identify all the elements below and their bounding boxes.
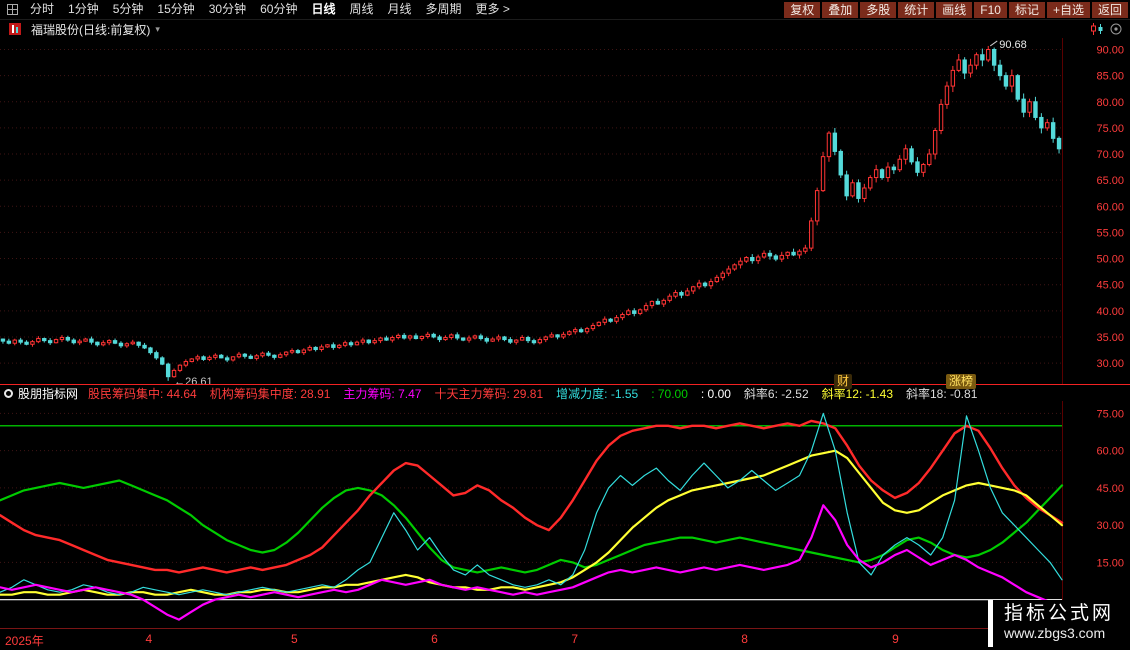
svg-text:80.00: 80.00: [1096, 97, 1124, 109]
indicator-value-2: 主力筹码: 7.47: [343, 387, 421, 401]
period-tab-8[interactable]: 周线: [342, 0, 380, 19]
period-tab-3[interactable]: 5分钟: [106, 0, 151, 19]
toolbar-button-back[interactable]: 返回: [1092, 2, 1128, 18]
series-主力筹码: [0, 413, 1062, 594]
month-label-7: 7: [571, 632, 578, 646]
indicator-value-6: : 0.00: [701, 387, 731, 401]
period-tab-1[interactable]: 分时: [23, 0, 61, 19]
indicator-chart[interactable]: 75.00 60.00 45.00 30.00 15.00: [0, 401, 1130, 628]
toolbar: 分时1分钟5分钟15分钟30分钟60分钟日线周线月线多周期更多 > 复权叠加多股…: [0, 0, 1130, 20]
toolbar-button-statistics[interactable]: 统计: [898, 2, 934, 18]
svg-text:65.00: 65.00: [1096, 175, 1124, 187]
main-candlestick-chart[interactable]: 90.00 85.00 80.00 75.00 70.00 65.00 60.00 55.00…: [0, 38, 1130, 384]
period-tab-2[interactable]: 1分钟: [61, 0, 106, 19]
indicator-value-3: 十天主力筹码: 29.81: [434, 387, 543, 401]
period-tab-5[interactable]: 30分钟: [202, 0, 253, 19]
toolbar-button-draw-line[interactable]: 画线: [936, 2, 972, 18]
toolbar-button-restore-rights[interactable]: 复权: [784, 2, 820, 18]
indicator-value-7: 斜率6: -2.52: [744, 387, 809, 401]
svg-text:30.00: 30.00: [1096, 520, 1124, 532]
time-axis: 2025年 4 5 6 7 8 9: [0, 628, 1130, 650]
app-logo-icon: [4, 23, 26, 35]
svg-text:85.00: 85.00: [1096, 71, 1124, 83]
svg-text:50.00: 50.00: [1096, 254, 1124, 266]
target-icon[interactable]: [1110, 23, 1122, 35]
indicator-value-4: 增减力度: -1.55: [556, 387, 638, 401]
indicator-value-8: 斜率12: -1.43: [822, 387, 893, 401]
toolbar-period-group: 分时1分钟5分钟15分钟30分钟60分钟日线周线月线多周期更多 >: [2, 0, 517, 19]
toolbar-button-group: 复权叠加多股统计画线F10标记+自选返回: [784, 2, 1128, 18]
svg-text:←26.61: ←26.61: [174, 376, 213, 384]
toolbar-button-mark[interactable]: 标记: [1009, 2, 1045, 18]
svg-text:45.00: 45.00: [1096, 483, 1124, 495]
svg-text:90.68: 90.68: [999, 39, 1027, 51]
toolbar-button-multi-stock[interactable]: 多股: [860, 2, 896, 18]
svg-text:40.00: 40.00: [1096, 306, 1124, 318]
tag-cai[interactable]: 财: [834, 374, 852, 389]
svg-text:45.00: 45.00: [1096, 280, 1124, 292]
period-tab-6[interactable]: 60分钟: [253, 0, 304, 19]
toolbar-button-add-favorite[interactable]: +自选: [1047, 2, 1090, 18]
stock-title: 福瑞股份(日线:前复权): [31, 21, 150, 38]
watermark-title: 指标公式网: [1004, 603, 1114, 625]
chevron-down-icon[interactable]: ▾: [155, 24, 160, 35]
month-label-5: 5: [291, 632, 298, 646]
layout-grid-icon[interactable]: [2, 4, 23, 15]
year-label: 2025年: [5, 632, 44, 649]
svg-text:75.00: 75.00: [1096, 123, 1124, 135]
period-tab-7[interactable]: 日线: [304, 0, 342, 19]
titlebar: 福瑞股份(日线:前复权) ▾: [0, 20, 1130, 38]
watermark-url: www.zbgs3.com: [1004, 625, 1114, 642]
month-label-8: 8: [741, 632, 748, 646]
month-label-6: 6: [431, 632, 438, 646]
svg-text:60.00: 60.00: [1096, 201, 1124, 213]
main-chart-area: 90.00 85.00 80.00 75.00 70.00 65.00 60.00 55.00…: [0, 38, 1130, 384]
period-tab-4[interactable]: 15分钟: [150, 0, 201, 19]
svg-text:70.00: 70.00: [1096, 149, 1124, 161]
indicator-source-icon[interactable]: [4, 389, 13, 398]
svg-text:55.00: 55.00: [1096, 227, 1124, 239]
indicator-value-1: 机构筹码集中度: 28.91: [210, 387, 331, 401]
svg-text:60.00: 60.00: [1096, 446, 1124, 458]
svg-text:75.00: 75.00: [1096, 408, 1124, 420]
period-tab-10[interactable]: 多周期: [419, 0, 469, 19]
svg-text:30.00: 30.00: [1096, 358, 1124, 370]
kline-style-icon[interactable]: [1090, 23, 1104, 35]
svg-text:35.00: 35.00: [1096, 332, 1124, 344]
indicator-chart-area: 75.00 60.00 45.00 30.00 15.00: [0, 401, 1130, 628]
tag-zhangbang[interactable]: 涨榜: [946, 374, 976, 389]
indicator-values: 股民筹码集中: 44.64 机构筹码集中度: 28.91 主力筹码: 7.47 十天主…: [88, 385, 990, 402]
toolbar-button-f10[interactable]: F10: [974, 2, 1007, 18]
svg-text:90.00: 90.00: [1096, 44, 1124, 56]
svg-text:15.00: 15.00: [1096, 557, 1124, 569]
period-tab-9[interactable]: 月线: [381, 0, 419, 19]
indicator-value-5: : 70.00: [651, 387, 688, 401]
indicator-value-0: 股民筹码集中: 44.64: [88, 387, 197, 401]
toolbar-button-overlay[interactable]: 叠加: [822, 2, 858, 18]
indicator-source-label: 股朋指标网: [18, 385, 78, 402]
month-label-4: 4: [145, 632, 152, 646]
month-label-9: 9: [892, 632, 899, 646]
candles-group: [1, 46, 1061, 381]
site-watermark: 指标公式网 www.zbgs3.com: [988, 600, 1130, 647]
period-tab-11[interactable]: 更多 >: [469, 0, 517, 19]
